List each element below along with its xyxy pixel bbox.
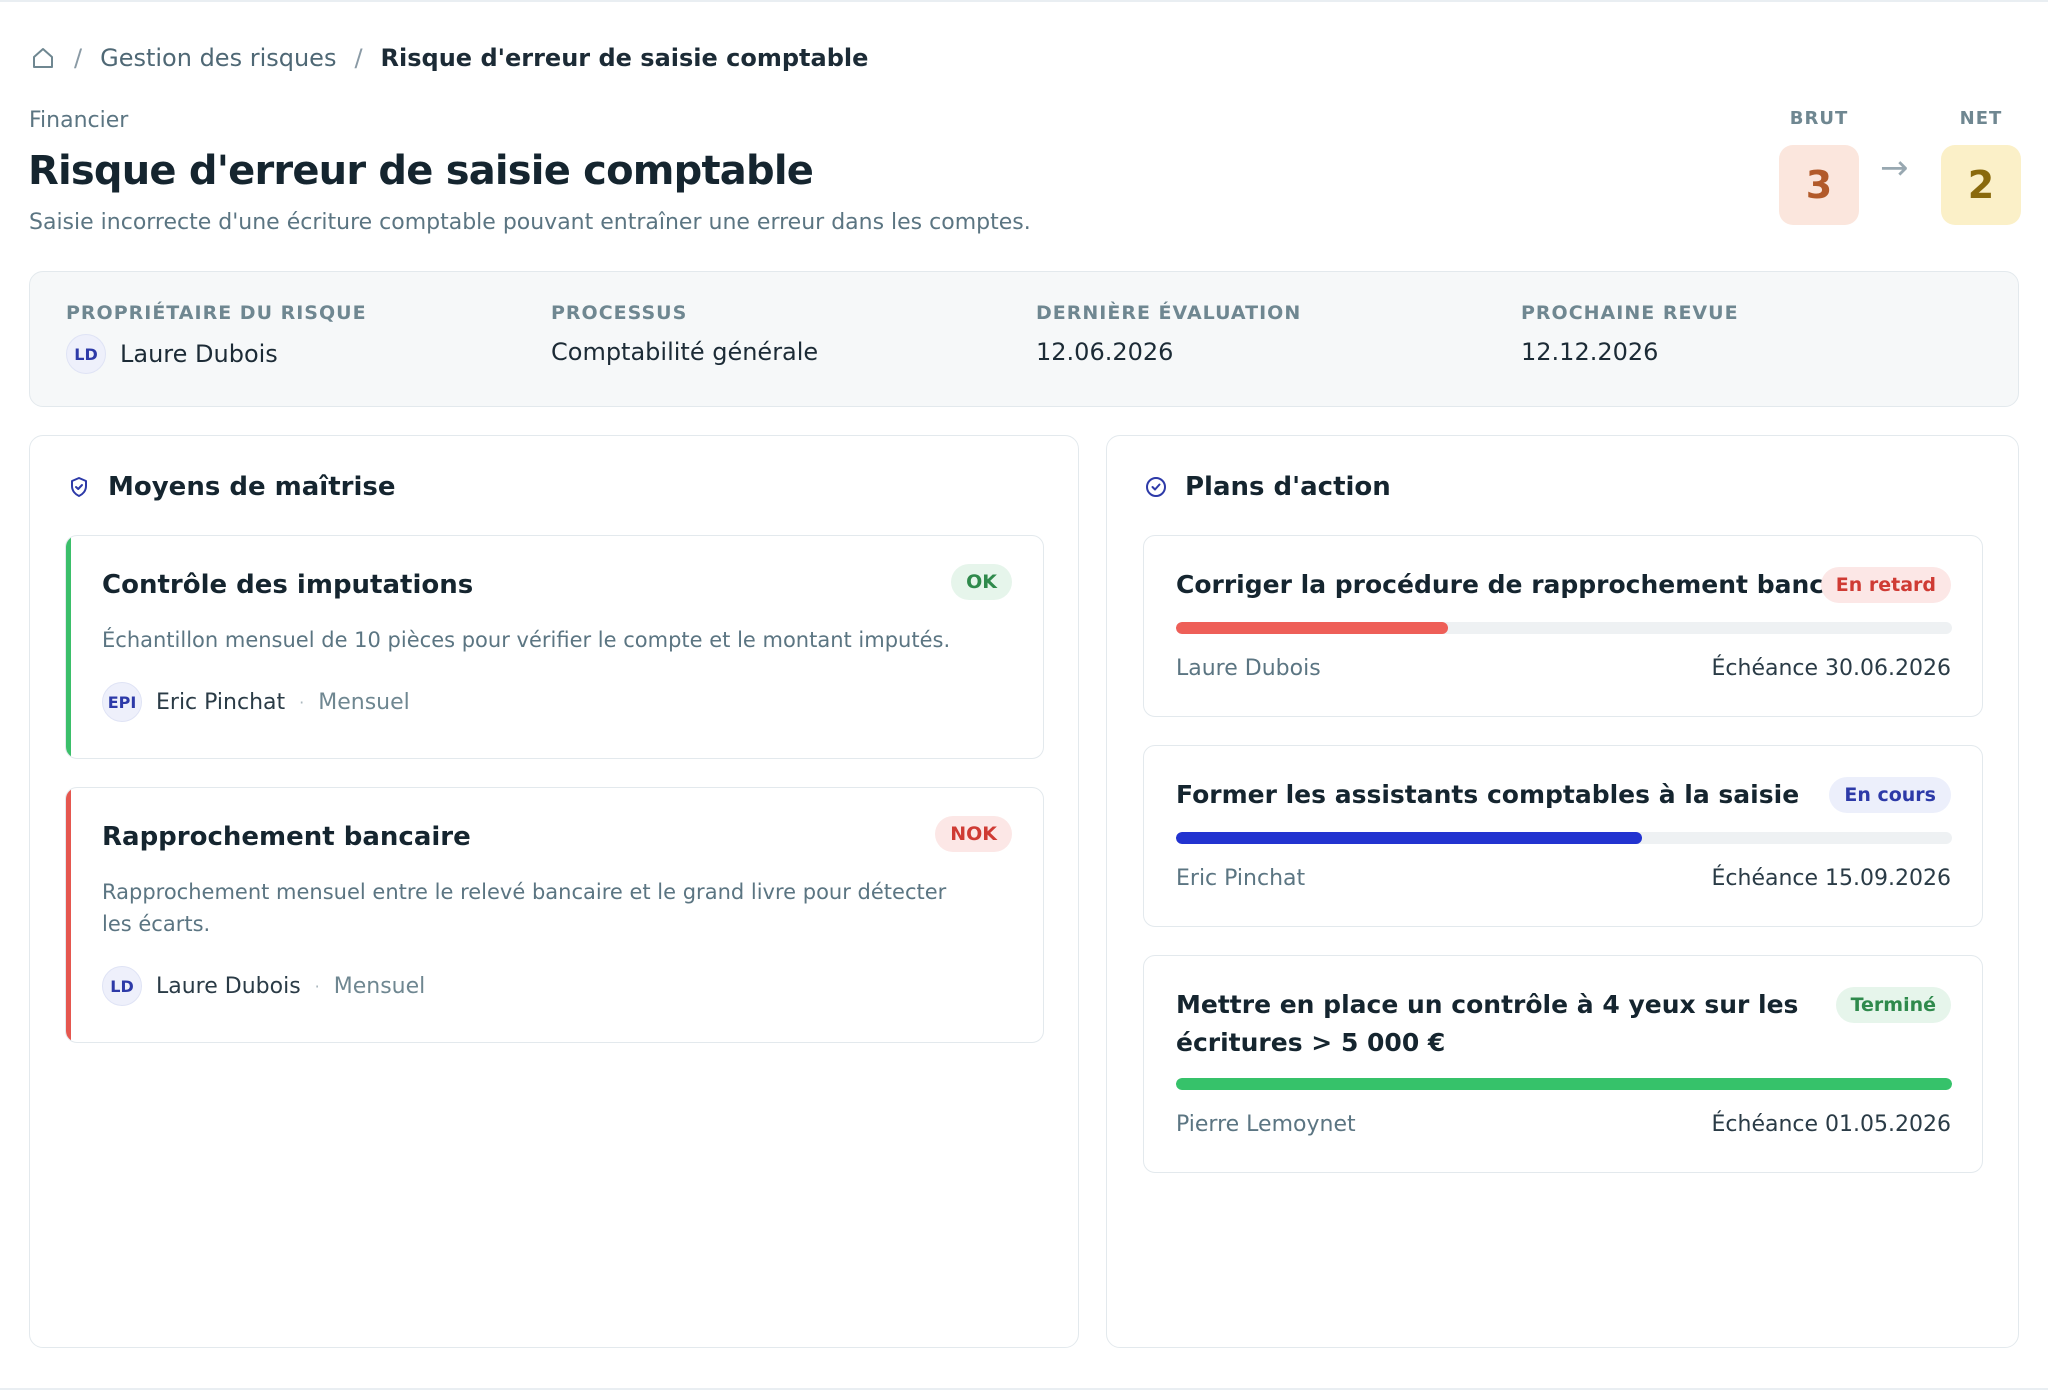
breadcrumb-separator: / bbox=[74, 44, 83, 72]
control-title: Rapprochement bancaire bbox=[102, 822, 471, 852]
control-frequency: Mensuel bbox=[333, 973, 426, 999]
progress-fill bbox=[1176, 622, 1448, 634]
status-badge: Terminé bbox=[1835, 987, 1951, 1023]
status-badge: OK bbox=[951, 564, 1012, 600]
control-meta: LD Laure Dubois · Mensuel bbox=[102, 966, 425, 1006]
status-badge: NOK bbox=[935, 816, 1012, 852]
breadcrumb-separator: / bbox=[354, 44, 363, 72]
action-card[interactable]: Former les assistants comptables à la sa… bbox=[1143, 745, 1983, 927]
top-divider bbox=[0, 0, 2048, 2]
meta-process: PROCESSUS Comptabilité générale bbox=[551, 302, 818, 366]
control-card[interactable]: Contrôle des imputations OK Échantillon … bbox=[65, 535, 1044, 759]
meta-next-review-value: 12.12.2026 bbox=[1521, 338, 1659, 366]
net-score-label: NET bbox=[1959, 108, 2003, 129]
action-due-date: Échéance 01.05.2026 bbox=[1711, 1112, 1952, 1137]
action-plans-title: Plans d'action bbox=[1185, 472, 1391, 502]
control-meta: EPI Eric Pinchat · Mensuel bbox=[102, 682, 410, 722]
shield-check-icon bbox=[66, 474, 92, 500]
home-icon[interactable] bbox=[30, 45, 56, 71]
action-card[interactable]: Mettre en place un contrôle à 4 yeux sur… bbox=[1143, 955, 1983, 1173]
net-score-badge: 2 bbox=[1941, 145, 2021, 225]
meta-separator: · bbox=[299, 692, 305, 712]
meta-separator: · bbox=[314, 976, 320, 996]
action-plans-panel: Plans d'action Corriger la procédure de … bbox=[1106, 435, 2019, 1348]
meta-owner-name[interactable]: Laure Dubois bbox=[120, 340, 278, 368]
check-circle-icon bbox=[1143, 474, 1169, 500]
control-description: Échantillon mensuel de 10 pièces pour vé… bbox=[102, 628, 951, 652]
control-owner: Eric Pinchat bbox=[156, 689, 286, 715]
progress-bar bbox=[1176, 832, 1952, 844]
action-card[interactable]: Corriger la procédure de rapprochement b… bbox=[1143, 535, 1983, 717]
action-owner: Laure Dubois bbox=[1176, 656, 1321, 681]
action-owner: Pierre Lemoynet bbox=[1176, 1112, 1356, 1137]
meta-process-label: PROCESSUS bbox=[551, 302, 688, 324]
meta-last-evaluation: DERNIÈRE ÉVALUATION 12.06.2026 bbox=[1036, 302, 1301, 366]
page-title: Risque d'erreur de saisie comptable bbox=[28, 148, 814, 194]
meta-owner: PROPRIÉTAIRE DU RISQUE LD Laure Dubois bbox=[66, 302, 367, 374]
controls-panel: Moyens de maîtrise Contrôle des imputati… bbox=[29, 435, 1079, 1348]
brut-score-label: BRUT bbox=[1789, 108, 1849, 129]
bottom-divider bbox=[0, 1388, 2048, 1390]
action-title: Mettre en place un contrôle à 4 yeux sur… bbox=[1176, 990, 1799, 1057]
status-badge: En cours bbox=[1829, 777, 1951, 813]
page-description: Saisie incorrecte d'une écriture comptab… bbox=[29, 210, 1031, 235]
avatar: EPI bbox=[102, 682, 142, 722]
risk-meta-bar: PROPRIÉTAIRE DU RISQUE LD Laure Dubois P… bbox=[29, 271, 2019, 407]
risk-category: Financier bbox=[29, 108, 129, 133]
control-frequency: Mensuel bbox=[318, 689, 410, 715]
breadcrumb: / Gestion des risques / Risque d'erreur … bbox=[30, 42, 868, 74]
status-badge: En retard bbox=[1820, 567, 1951, 603]
meta-process-value: Comptabilité générale bbox=[551, 338, 819, 366]
control-title: Contrôle des imputations bbox=[102, 570, 474, 600]
meta-owner-label: PROPRIÉTAIRE DU RISQUE bbox=[66, 302, 367, 324]
meta-next-review: PROCHAINE REVUE 12.12.2026 bbox=[1521, 302, 1739, 366]
status-stripe bbox=[66, 788, 71, 1042]
breadcrumb-current: Risque d'erreur de saisie comptable bbox=[380, 44, 869, 72]
control-owner: Laure Dubois bbox=[156, 973, 301, 999]
breadcrumb-parent-link[interactable]: Gestion des risques bbox=[100, 44, 336, 72]
action-owner: Eric Pinchat bbox=[1176, 866, 1306, 891]
progress-bar bbox=[1176, 622, 1952, 634]
arrow-right-icon: → bbox=[1880, 148, 1909, 188]
action-title: Corriger la procédure de rapprochement b… bbox=[1176, 570, 1879, 599]
action-due-date: Échéance 15.09.2026 bbox=[1711, 866, 1952, 891]
progress-fill bbox=[1176, 832, 1642, 844]
brut-score-badge: 3 bbox=[1779, 145, 1859, 225]
meta-last-evaluation-label: DERNIÈRE ÉVALUATION bbox=[1036, 302, 1302, 324]
action-title: Former les assistants comptables à la sa… bbox=[1176, 780, 1800, 809]
control-description: Rapprochement mensuel entre le relevé ba… bbox=[102, 880, 947, 936]
meta-last-evaluation-value: 12.06.2026 bbox=[1036, 338, 1174, 366]
controls-panel-title: Moyens de maîtrise bbox=[108, 472, 396, 502]
action-due-date: Échéance 30.06.2026 bbox=[1711, 656, 1952, 681]
progress-bar bbox=[1176, 1078, 1952, 1090]
meta-next-review-label: PROCHAINE REVUE bbox=[1521, 302, 1739, 324]
action-plans-header: Plans d'action bbox=[1143, 472, 1391, 502]
avatar: LD bbox=[102, 966, 142, 1006]
progress-fill bbox=[1176, 1078, 1952, 1090]
status-stripe bbox=[66, 536, 71, 758]
controls-panel-header: Moyens de maîtrise bbox=[66, 472, 395, 502]
control-card[interactable]: Rapprochement bancaire NOK Rapprochement… bbox=[65, 787, 1044, 1043]
avatar: LD bbox=[66, 334, 106, 374]
